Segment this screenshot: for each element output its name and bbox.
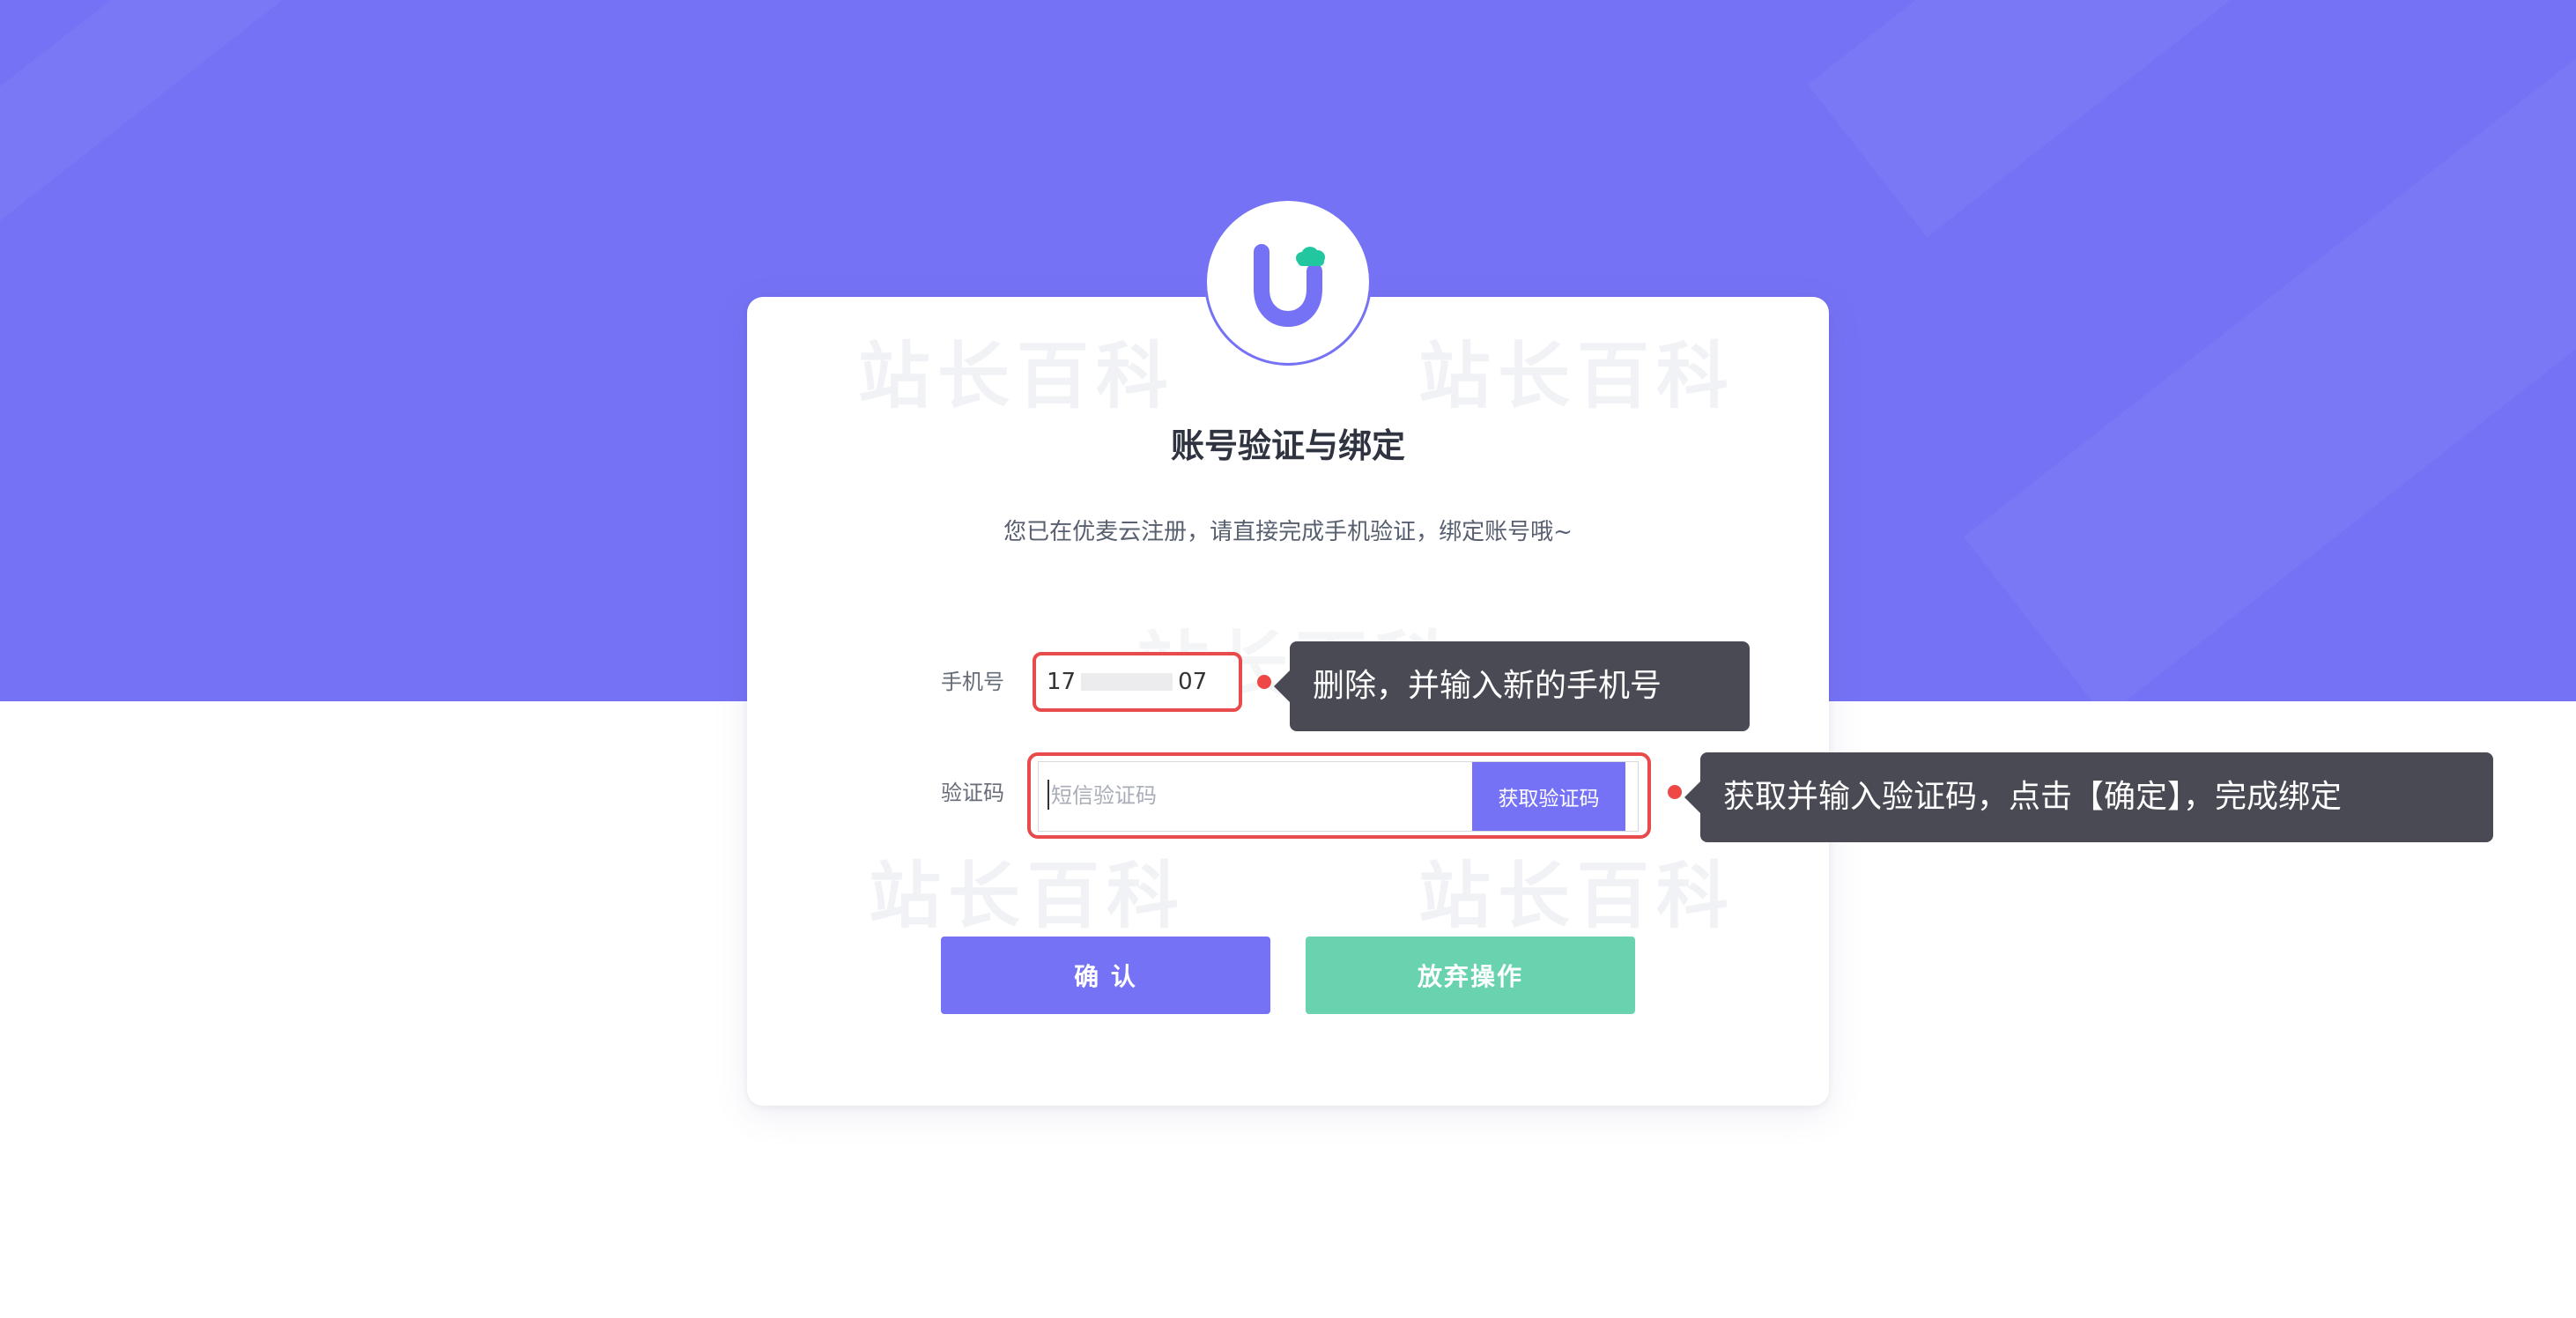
phone-label: 手机号 [941,670,1004,694]
tooltip-pointer [1274,670,1290,702]
phone-visible-suffix: 07 [1178,669,1208,695]
sms-code-input[interactable] [1051,777,1456,814]
logo-avatar [1207,201,1369,363]
abort-button[interactable]: 放弃操作 [1306,937,1635,1014]
cloud-icon [1296,247,1325,266]
code-instruction-text: 获取并输入验证码，点击【确定】，完成绑定 [1723,779,2343,816]
hero-stripe [0,0,714,315]
annotation-dot [1257,675,1271,689]
brand-u-logo-icon [1254,244,1325,328]
confirm-button[interactable]: 确 认 [941,937,1270,1014]
annotation-dot [1668,785,1682,799]
phone-instruction-tooltip: 删除，并输入新的手机号 [1274,641,1750,731]
phone-instruction-text: 删除，并输入新的手机号 [1313,668,1662,705]
phone-input[interactable]: 17 07 [1047,664,1228,700]
phone-redaction-mask [1081,673,1173,691]
page-subtitle: 您已在优麦云注册，请直接完成手机验证，绑定账号哦~ [1003,519,1573,545]
get-code-button[interactable]: 获取验证码 [1472,762,1625,831]
page-title: 账号验证与绑定 [1170,426,1405,465]
tooltip-pointer [1684,781,1700,813]
text-caret [1047,780,1049,810]
code-label: 验证码 [941,781,1004,805]
code-field-wrapper: 获取验证码 [1038,761,1639,832]
phone-visible-prefix: 17 [1047,669,1077,695]
code-instruction-tooltip: 获取并输入验证码，点击【确定】，完成绑定 [1684,752,2493,842]
